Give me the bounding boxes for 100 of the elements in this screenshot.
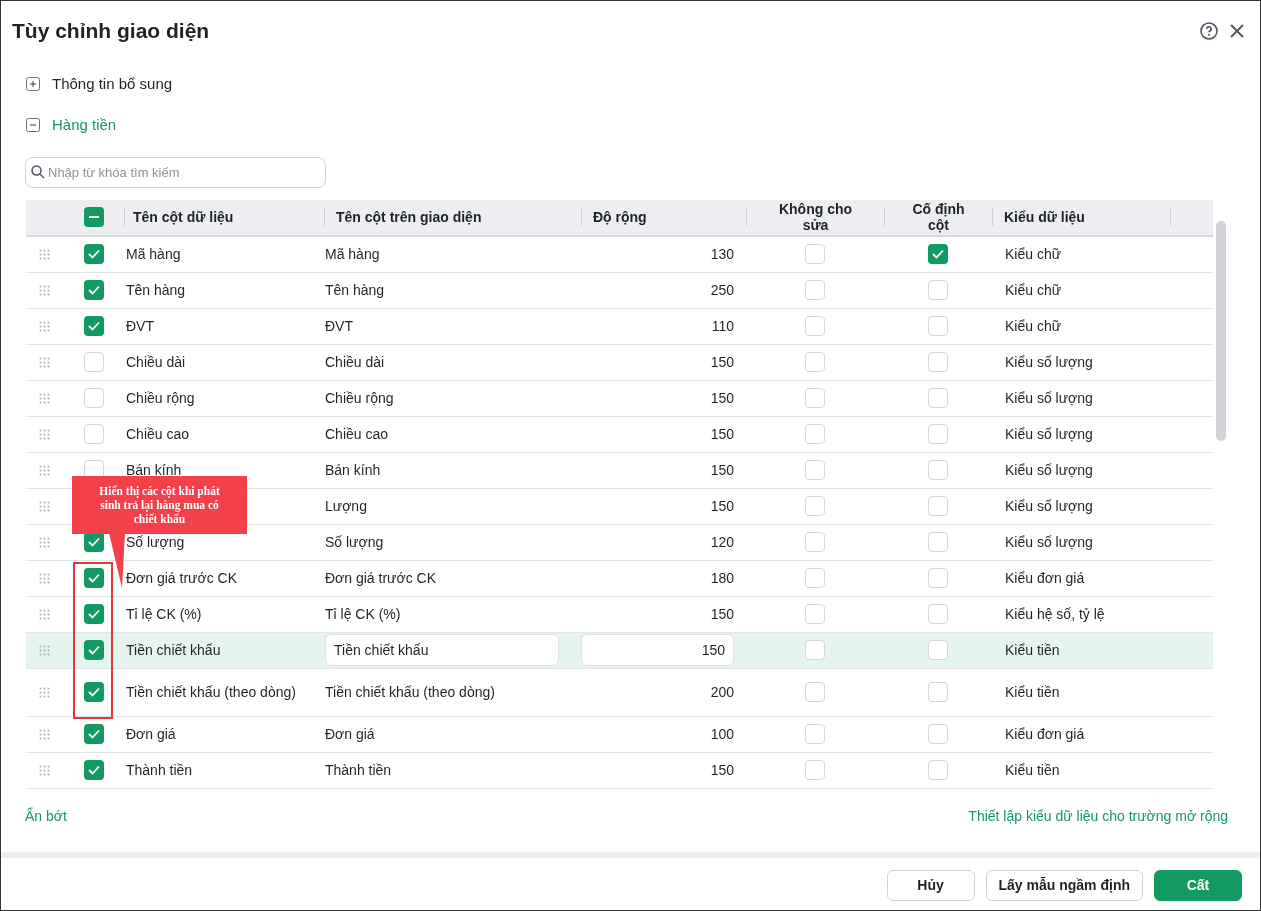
drag-handle-icon[interactable]	[38, 392, 50, 404]
drag-handle-icon[interactable]	[38, 320, 50, 332]
table-cell: Kiểu chữ	[1005, 246, 1062, 262]
drag-handle-icon[interactable]	[38, 356, 50, 368]
checkbox[interactable]	[805, 424, 825, 444]
checkbox[interactable]	[84, 244, 104, 264]
table-cell-text: 150	[710, 760, 734, 780]
setup-data-type-link[interactable]: Thiết lập kiểu dữ liệu cho trường mở rộng	[968, 805, 1228, 827]
checkbox[interactable]	[84, 724, 104, 744]
checkbox[interactable]	[928, 280, 948, 300]
table-cell: Chiều cao	[126, 426, 190, 442]
select-all-checkbox[interactable]	[84, 207, 104, 227]
collapse-link[interactable]: Ẩn bớt	[25, 805, 67, 827]
checkbox[interactable]	[805, 760, 825, 780]
table-cell: Chiều cao	[325, 426, 389, 442]
checkbox[interactable]	[84, 568, 104, 588]
checkbox[interactable]	[84, 682, 104, 702]
drag-handle-icon[interactable]	[38, 644, 50, 656]
drag-handle-icon[interactable]	[38, 248, 50, 260]
checkbox[interactable]	[928, 760, 948, 780]
checkbox[interactable]	[805, 244, 825, 264]
checkbox[interactable]	[84, 760, 104, 780]
drag-handle-icon[interactable]	[38, 764, 50, 776]
table-cell: Mã hàng	[325, 246, 380, 262]
drag-handle-icon[interactable]	[38, 608, 50, 620]
checkbox[interactable]	[84, 640, 104, 660]
table-cell: Tỉ lệ CK (%)	[126, 606, 202, 622]
drag-handle-icon[interactable]	[38, 686, 50, 698]
checkbox[interactable]	[805, 460, 825, 480]
section-toggle[interactable]: Thông tin bổ sung	[52, 72, 173, 95]
checkmark-icon	[88, 765, 100, 775]
drag-handle-icon[interactable]	[38, 572, 50, 584]
checkbox[interactable]	[805, 682, 825, 702]
table-row[interactable]: Tiền chiết khấu Tiền chiết khấu 150 Kiểu tiền	[26, 632, 1213, 669]
display-name-input[interactable]: Tiền chiết khấu	[325, 634, 559, 666]
checkbox[interactable]	[928, 352, 948, 372]
checkbox[interactable]	[928, 388, 948, 408]
collapse-icon[interactable]	[26, 118, 40, 133]
table-cell: Đơn giá	[325, 726, 375, 742]
secondary-button[interactable]: Lấy mẫu ngầm định	[985, 870, 1143, 901]
table-cell: Đơn giá trước CK	[126, 570, 237, 586]
drag-handle-icon[interactable]	[38, 500, 50, 512]
checkbox[interactable]	[928, 496, 948, 516]
table-cell: Thành tiền	[325, 762, 392, 778]
checkbox[interactable]	[928, 460, 948, 480]
expand-icon[interactable]	[26, 76, 40, 91]
table-cell: Tên hàng	[325, 282, 385, 298]
table-cell-text: 150	[710, 496, 734, 516]
drag-handle-icon[interactable]	[38, 728, 50, 740]
drag-handle-icon[interactable]	[38, 464, 50, 476]
checkbox[interactable]	[805, 724, 825, 744]
drag-handle-icon[interactable]	[38, 284, 50, 296]
checkbox[interactable]	[84, 352, 104, 372]
table-cell: Chiều rộng	[126, 390, 195, 406]
table-cell: Kiểu tiền	[1005, 684, 1060, 700]
checkbox[interactable]	[805, 352, 825, 372]
scrollbar-thumb[interactable]	[1216, 220, 1226, 441]
table-cell-text: 150	[710, 388, 734, 408]
table-cell-text: 150	[710, 352, 734, 372]
checkbox[interactable]	[928, 532, 948, 552]
column-header: Độ rộng	[593, 207, 647, 227]
drag-handle-icon[interactable]	[38, 428, 50, 440]
checkbox[interactable]	[84, 388, 104, 408]
checkbox[interactable]	[805, 568, 825, 588]
checkbox[interactable]	[805, 496, 825, 516]
checkbox[interactable]	[84, 424, 104, 444]
checkbox[interactable]	[805, 604, 825, 624]
checkbox[interactable]	[805, 532, 825, 552]
checkbox[interactable]	[928, 568, 948, 588]
save-button[interactable]: Cất	[1154, 870, 1242, 901]
section-toggle[interactable]: Hàng tiền	[52, 114, 117, 137]
table-cell: Kiểu số lượng	[1005, 534, 1093, 550]
help-icon[interactable]	[1200, 21, 1218, 40]
checkbox[interactable]	[805, 316, 825, 336]
checkbox[interactable]	[805, 640, 825, 660]
column-header: Cố định cột	[911, 201, 966, 233]
checkbox[interactable]	[928, 604, 948, 624]
table-cell: Số lượng	[325, 534, 384, 550]
table-cell: ĐVT	[325, 318, 353, 334]
checkbox[interactable]	[84, 532, 104, 552]
checkmark-icon	[88, 285, 100, 295]
checkbox[interactable]	[928, 640, 948, 660]
checkbox[interactable]	[805, 280, 825, 300]
width-input[interactable]: 150	[581, 634, 734, 666]
callout-pointer	[109, 532, 125, 588]
checkbox[interactable]	[928, 316, 948, 336]
checkbox[interactable]	[928, 682, 948, 702]
checkbox[interactable]	[84, 280, 104, 300]
dialog-title: Tùy chỉnh giao diện	[12, 18, 210, 44]
close-icon[interactable]	[1230, 23, 1244, 38]
search-field[interactable]: Nhập từ khóa tìm kiếm	[25, 156, 326, 188]
checkbox[interactable]	[928, 244, 948, 264]
checkbox[interactable]	[84, 604, 104, 624]
secondary-button[interactable]: Hủy	[886, 870, 975, 901]
checkbox[interactable]	[805, 388, 825, 408]
checkbox[interactable]	[928, 724, 948, 744]
drag-handle-icon[interactable]	[38, 536, 50, 548]
checkbox[interactable]	[928, 424, 948, 444]
checkbox[interactable]	[84, 316, 104, 336]
checkmark-icon	[88, 687, 100, 697]
